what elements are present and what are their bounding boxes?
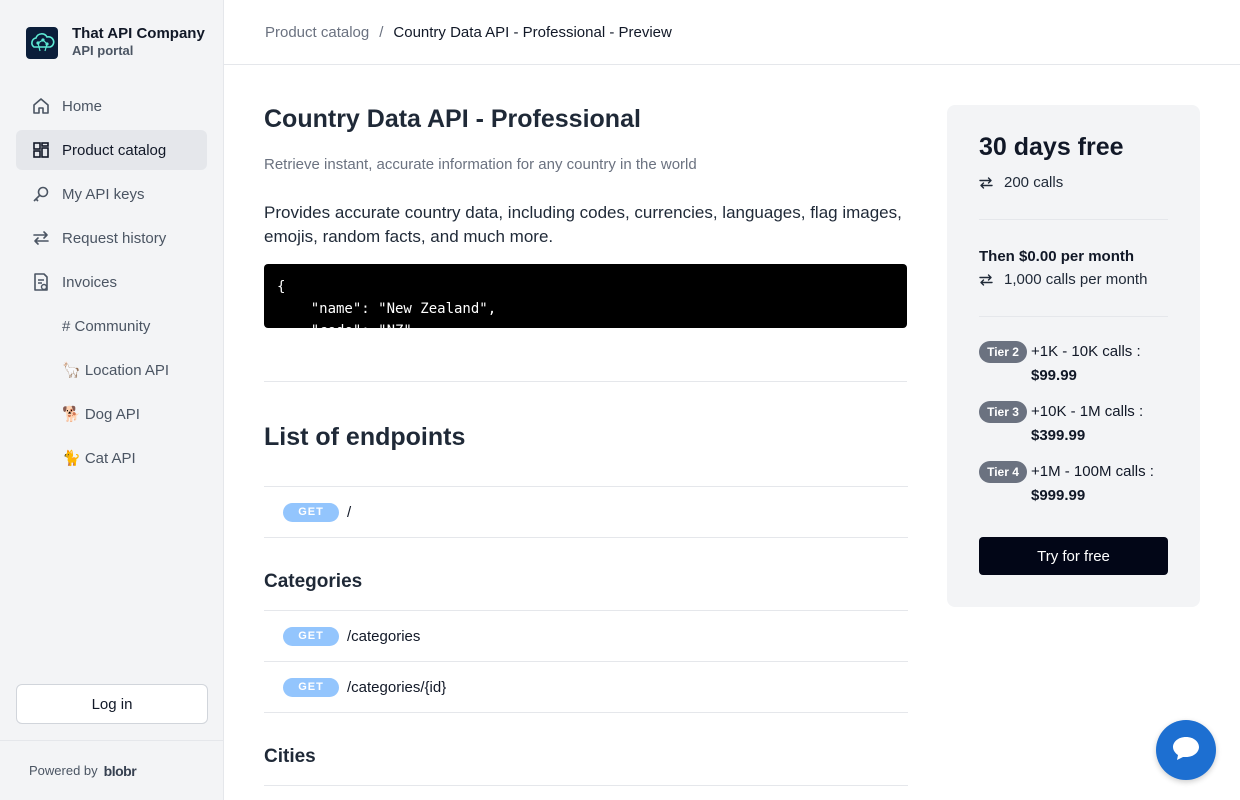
sidebar-item-home[interactable]: Home <box>16 86 207 126</box>
endpoint-row[interactable]: GET /categories/{id} <box>264 661 908 712</box>
swap-icon <box>979 176 993 189</box>
chat-icon <box>1171 734 1201 767</box>
pricing-panel: 30 days free 200 calls Then $0.00 per mo… <box>947 105 1200 607</box>
then-price: Then $0.00 per month <box>979 248 1135 265</box>
sidebar-item-label: Invoices <box>62 273 118 291</box>
breadcrumb-separator: / <box>379 23 384 41</box>
endpoints-title: List of endpoints <box>264 423 466 451</box>
endpoint-row[interactable]: GET /categories <box>264 610 908 661</box>
trial-calls-label: 200 calls <box>1004 174 1064 191</box>
pricing-divider <box>979 316 1168 317</box>
brand[interactable]: That API Company API portal <box>26 26 205 60</box>
tier-row: Tier 2 +1K - 10K calls : $99.99 <box>979 341 1179 388</box>
tier-price: $99.99 <box>1031 367 1077 384</box>
arrows-icon <box>30 227 52 249</box>
code-sample[interactable]: { "name": "New Zealand", "code": "NZ", <box>264 264 907 328</box>
brand-name: That API Company <box>72 25 205 42</box>
trial-title: 30 days free <box>979 133 1124 161</box>
chat-button[interactable] <box>1156 720 1216 780</box>
method-badge: GET <box>283 502 339 522</box>
tier-range: +1M - 100M calls : <box>1031 463 1154 480</box>
tier-badge: Tier 2 <box>979 341 1027 363</box>
catalog-icon <box>30 139 52 161</box>
tier-badge: Tier 3 <box>979 401 1027 423</box>
breadcrumb: Product catalog / Country Data API - Pro… <box>224 0 1240 65</box>
sidebar: That API Company API portal Home Product… <box>0 0 224 800</box>
tier-price: $999.99 <box>1031 487 1086 504</box>
login-button[interactable]: Log in <box>16 684 208 724</box>
method-badge: GET <box>283 677 339 697</box>
section-divider <box>264 381 907 382</box>
breadcrumb-product-catalog[interactable]: Product catalog <box>265 24 369 41</box>
group-title-categories: Categories <box>264 571 363 592</box>
endpoint-row[interactable]: GET / <box>264 486 908 537</box>
tier-badge: Tier 4 <box>979 461 1027 483</box>
swap-icon <box>979 273 993 286</box>
home-icon <box>30 95 52 117</box>
sidebar-item-invoices[interactable]: Invoices <box>16 262 207 302</box>
page-description: Provides accurate country data, includin… <box>264 203 902 246</box>
sidebar-link-location-api[interactable]: 🦙 Location API <box>16 350 207 390</box>
sidebar-nav: Home Product catalog My API keys Request… <box>16 86 207 482</box>
sidebar-item-product-catalog[interactable]: Product catalog <box>16 130 207 170</box>
powered-by-label: Powered by <box>29 763 98 778</box>
row-divider <box>264 537 908 538</box>
sidebar-link-community[interactable]: # Community <box>16 306 207 346</box>
page-subtitle: Retrieve instant, accurate information f… <box>264 156 697 173</box>
tier-price: $399.99 <box>1031 427 1086 444</box>
tier-range: +1K - 10K calls : <box>1031 343 1141 360</box>
tier-row: Tier 3 +10K - 1M calls : $399.99 <box>979 401 1179 448</box>
sidebar-item-label: Product catalog <box>62 141 167 159</box>
page-title: Country Data API - Professional <box>264 105 641 133</box>
endpoint-path: / <box>347 503 352 521</box>
tier-range: +10K - 1M calls : <box>1031 403 1144 420</box>
sidebar-link-cat-api[interactable]: 🐈 Cat API <box>16 438 207 478</box>
breadcrumb-current: Country Data API - Professional - Previe… <box>393 23 672 41</box>
tier-row: Tier 4 +1M - 100M calls : $999.99 <box>979 461 1179 508</box>
trial-calls: 200 calls <box>979 174 1063 191</box>
brand-logo-icon <box>26 27 58 59</box>
sidebar-link-dog-api[interactable]: 🐕 Dog API <box>16 394 207 434</box>
monthly-calls-label: 1,000 calls per month <box>1004 271 1148 288</box>
row-divider <box>264 712 908 713</box>
key-icon <box>30 183 52 205</box>
endpoint-path: /categories/{id} <box>347 678 447 696</box>
endpoint-path: /categories <box>347 627 421 645</box>
sidebar-item-label: Request history <box>62 229 167 247</box>
brand-subtitle: API portal <box>72 43 134 58</box>
sidebar-item-label: Home <box>62 97 103 115</box>
sidebar-item-label: My API keys <box>62 185 145 203</box>
sidebar-item-request-history[interactable]: Request history <box>16 218 207 258</box>
monthly-calls: 1,000 calls per month <box>979 271 1147 288</box>
try-for-free-button[interactable]: Try for free <box>979 537 1168 575</box>
group-title-cities: Cities <box>264 746 316 767</box>
powered-by[interactable]: Powered by blobr <box>0 740 224 800</box>
row-divider <box>264 785 908 786</box>
method-badge: GET <box>283 626 339 646</box>
blobr-logo: blobr <box>103 762 137 779</box>
sidebar-item-api-keys[interactable]: My API keys <box>16 174 207 214</box>
pricing-divider <box>979 219 1168 220</box>
invoice-icon <box>30 271 52 293</box>
